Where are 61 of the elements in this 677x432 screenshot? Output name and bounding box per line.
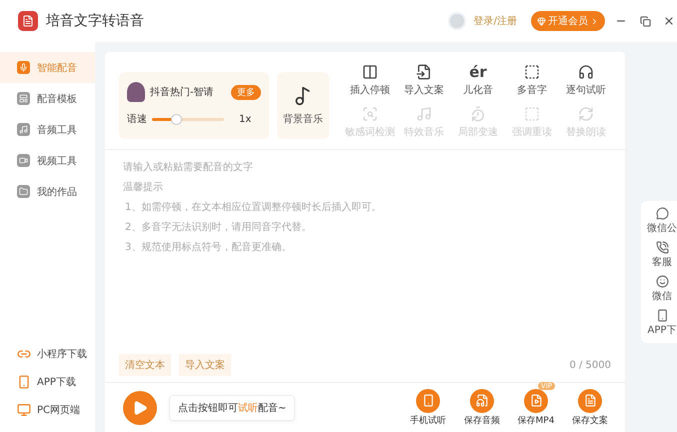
save-action-button[interactable]: 保存音频	[461, 388, 503, 426]
contact-item[interactable]: APP下	[644, 309, 677, 337]
chat-icon	[656, 207, 668, 220]
slider-thumb[interactable]	[170, 114, 182, 124]
contact-item[interactable]: 客服	[644, 241, 677, 269]
phone-icon	[416, 388, 440, 412]
app-title: 培音文字转语音	[46, 12, 145, 30]
avatar-icon	[448, 12, 466, 30]
sidebar-item[interactable]: 配音模板	[0, 83, 95, 114]
music-icon	[416, 106, 432, 122]
tool-button[interactable]: 逐句试听	[559, 64, 613, 100]
phone-call-icon	[656, 241, 668, 254]
background-music-button[interactable]: 背景音乐	[277, 72, 329, 139]
speed-icon	[470, 106, 486, 122]
tip-text: 2、多音字无法识别时，请用同音字代替。	[124, 220, 312, 234]
download-link[interactable]: 小程序下载	[0, 340, 95, 368]
replace-icon	[578, 106, 594, 122]
save-action-button[interactable]: 保存MP4	[515, 388, 557, 426]
monitor-icon	[17, 403, 31, 417]
tip-text: 3、规范使用标点符号，配音更准确。	[124, 240, 292, 254]
play-hint: 点击按钮即可试听配音~	[169, 394, 296, 420]
tool-button[interactable]: 插入停顿	[343, 64, 397, 100]
download-link[interactable]: APP下载	[0, 368, 95, 396]
mp3-icon	[470, 388, 494, 412]
speed-value: 1x	[239, 114, 252, 124]
voice-name: 抖音热门-智请	[150, 86, 214, 99]
character-counter: 0 / 5000	[569, 360, 611, 370]
diamond-icon	[537, 16, 546, 26]
contact-item[interactable]: 微信	[644, 275, 677, 303]
headphones-icon	[578, 64, 594, 80]
tool-button[interactable]: 多音字	[505, 64, 559, 100]
tool-button[interactable]: ér 儿化音	[451, 64, 505, 100]
save-action-button[interactable]: 手机试听	[407, 388, 449, 426]
scan-icon	[362, 106, 378, 122]
tip-text: 1、如需停顿，在文本相应位置调整停顿时长后插入即可。	[124, 200, 382, 214]
document-icon	[22, 15, 34, 27]
sidebar-item[interactable]: 我的作品	[0, 176, 95, 207]
chevron-right-icon	[590, 16, 599, 26]
doc-icon	[578, 388, 602, 412]
speed-label: 语速	[127, 112, 147, 126]
import-icon	[416, 64, 432, 80]
mp4-icon	[524, 388, 548, 412]
voice-avatar-icon	[127, 82, 145, 102]
sidebar-item[interactable]: 音频工具	[0, 114, 95, 145]
pause-icon	[362, 64, 378, 80]
tool-button[interactable]: 导入文案	[397, 64, 451, 100]
phone-icon	[17, 375, 31, 389]
placeholder-text: 请输入或粘贴需要配音的文字	[123, 160, 254, 174]
sidebar-item[interactable]: 视频工具	[0, 145, 95, 176]
phone-icon	[656, 309, 668, 322]
play-button[interactable]	[123, 390, 157, 424]
smile-icon	[656, 275, 668, 288]
tips-title: 温馨提示	[123, 180, 164, 194]
contact-item[interactable]: 微信公	[644, 207, 677, 235]
voice-card[interactable]: 抖音热门-智请 更多 语速 1x	[119, 72, 269, 139]
close-icon	[663, 15, 675, 27]
play-icon	[132, 400, 148, 416]
download-link[interactable]: PC网页端	[0, 396, 95, 424]
er-icon: ér	[469, 64, 487, 80]
restore-icon	[640, 16, 650, 26]
save-action-button[interactable]: 保存文案	[569, 388, 611, 426]
